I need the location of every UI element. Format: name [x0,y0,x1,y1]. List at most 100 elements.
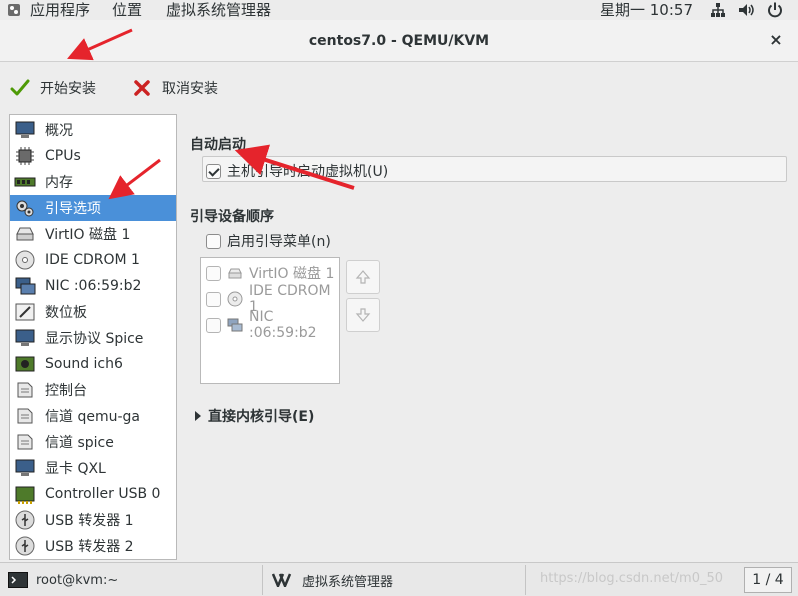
arrow-down-icon [355,308,371,322]
sidebar-item-label: USB 转发器 2 [45,539,134,555]
tablet-icon [15,303,35,321]
boot-device-item[interactable]: NIC :06:59:b2 [206,309,338,341]
cancel-install-label: 取消安装 [162,81,218,97]
sidebar-item-label: 控制台 [45,383,87,399]
power-icon[interactable] [766,1,784,19]
vm-details-window: centos7.0 - QEMU/KVM × 开始安装 取消安装 概况 CPUs [0,20,798,562]
autostart-checkbox[interactable]: 主机引导时启动虚拟机(U) [206,161,388,181]
sidebar-item-usb-redir-1[interactable]: USB 转发器 1 [10,507,176,533]
watermark: https://blog.csdn.net/m0_50 [540,571,724,586]
sidebar-item-label: NIC :06:59:b2 [45,278,142,294]
sidebar-item-label: 信道 spice [45,435,114,451]
direct-kernel-boot-expander[interactable]: 直接内核引导(E) [194,406,314,426]
sidebar-item-video-qxl[interactable]: 显卡 QXL [10,455,176,481]
cancel-install-button[interactable]: 取消安装 [132,71,218,105]
begin-install-button[interactable]: 开始安装 [10,71,96,105]
sidebar-item-memory[interactable]: 内存 [10,169,176,195]
move-up-button[interactable] [346,260,380,294]
display-icon [15,329,35,346]
app-menu[interactable]: 虚拟系统管理器 [166,0,271,20]
cpu-icon [16,147,34,165]
boot-order-heading: 引导设备顺序 [190,209,274,225]
boot-device-list[interactable]: VirtIO 磁盘 1 IDE CDROM 1 NIC :06:59:b2 [200,257,340,384]
apps-menu-icon[interactable] [7,3,21,17]
sidebar-item-label: 显卡 QXL [45,461,106,477]
sidebar-item-label: Controller USB 0 [45,486,161,502]
sidebar-item-virtio-disk[interactable]: VirtIO 磁盘 1 [10,221,176,247]
hardware-list[interactable]: 概况 CPUs 内存 引导选项 VirtIO 磁盘 1 IDE CDROM 1 … [9,114,177,560]
move-down-button[interactable] [346,298,380,332]
channel-icon [17,408,33,424]
clock[interactable]: 星期一 10:57 [600,0,693,20]
sidebar-item-nic[interactable]: NIC :06:59:b2 [10,273,176,299]
channel-icon [17,434,33,450]
sidebar-item-label: CPUs [45,148,81,164]
enable-boot-menu-box[interactable] [206,233,221,249]
enable-boot-menu-checkbox[interactable]: 启用引导菜单(n) [206,231,331,251]
gnome-top-bar: 应用程序 位置 虚拟系统管理器 星期一 10:57 [0,0,798,20]
boot-device-checkbox[interactable] [206,291,221,307]
boot-device-label: VirtIO 磁盘 1 [249,266,335,282]
close-icon[interactable]: × [768,32,784,48]
toolbar: 开始安装 取消安装 [0,63,798,113]
controller-icon [15,486,35,504]
network-icon[interactable] [710,2,726,18]
sidebar-item-ide-cdrom[interactable]: IDE CDROM 1 [10,247,176,273]
sidebar-item-sound[interactable]: Sound ich6 [10,351,176,377]
direct-kernel-boot-label: 直接内核引导(E) [208,409,315,425]
sidebar-item-usb-redir-2[interactable]: USB 转发器 2 [10,533,176,559]
sidebar-item-label: VirtIO 磁盘 1 [45,227,131,243]
boot-device-item[interactable]: IDE CDROM 1 [206,283,338,315]
nic-icon [15,277,36,295]
sidebar-item-display-spice[interactable]: 显示协议 Spice [10,325,176,351]
sidebar-item-label: IDE CDROM 1 [45,252,140,268]
sidebar-item-overview[interactable]: 概况 [10,117,176,143]
nic-icon [227,318,243,332]
taskbar-virt-manager[interactable]: 虚拟系统管理器 [272,568,393,592]
sound-icon [15,356,35,372]
workspace-indicator[interactable]: 1 / 4 [744,567,792,593]
sidebar-item-controller-usb[interactable]: Controller USB 0 [10,481,176,507]
boot-device-checkbox[interactable] [206,317,221,333]
video-icon [15,459,35,476]
sidebar-item-boot-options[interactable]: 引导选项 [10,195,176,221]
taskbar: root@kvm:~ 虚拟系统管理器 https://blog.csdn.net… [0,562,798,596]
taskbar-terminal[interactable]: root@kvm:~ [8,568,118,592]
arrow-up-icon [355,270,371,284]
sidebar-item-label: 内存 [45,175,73,191]
usb-icon [15,536,35,556]
sidebar-item-label: USB 转发器 1 [45,513,134,529]
usb-icon [15,510,35,530]
autostart-heading: 自动启动 [190,137,246,153]
sidebar-item-label: 信道 qemu-ga [45,409,140,425]
disk-icon [228,268,242,279]
boot-device-checkbox[interactable] [206,265,221,281]
sidebar-item-label: 引导选项 [45,201,101,217]
sidebar-item-console[interactable]: 控制台 [10,377,176,403]
volume-icon[interactable] [738,2,756,18]
disk-icon [16,227,34,241]
sidebar-item-channel-qemu-ga[interactable]: 信道 qemu-ga [10,403,176,429]
sidebar-item-cpus[interactable]: CPUs [10,143,176,169]
title-bar[interactable]: centos7.0 - QEMU/KVM × [0,20,798,62]
boot-options-panel: 自动启动 主机引导时启动虚拟机(U) 引导设备顺序 启用引导菜单(n) Virt… [180,114,798,560]
autostart-checkbox-label: 主机引导时启动虚拟机(U) [227,164,389,180]
taskbar-divider [525,565,526,595]
sidebar-item-label: 显示协议 Spice [45,331,144,347]
taskbar-virt-manager-label: 虚拟系统管理器 [302,574,394,590]
monitor-icon [15,121,35,138]
boot-device-item[interactable]: VirtIO 磁盘 1 [206,261,338,285]
places-menu[interactable]: 位置 [112,0,142,20]
sidebar-item-tablet[interactable]: 数位板 [10,299,176,325]
memory-icon [14,177,36,187]
window-title: centos7.0 - QEMU/KVM [308,33,490,49]
sidebar-item-label: 概况 [45,123,73,139]
taskbar-terminal-label: root@kvm:~ [36,572,119,588]
applications-menu[interactable]: 应用程序 [30,0,90,20]
taskbar-divider [262,565,263,595]
sidebar-item-label: Sound ich6 [45,356,123,372]
cancel-icon [134,80,150,96]
cdrom-icon [227,291,243,307]
autostart-checkbox-box[interactable] [206,163,221,179]
sidebar-item-channel-spice[interactable]: 信道 spice [10,429,176,455]
